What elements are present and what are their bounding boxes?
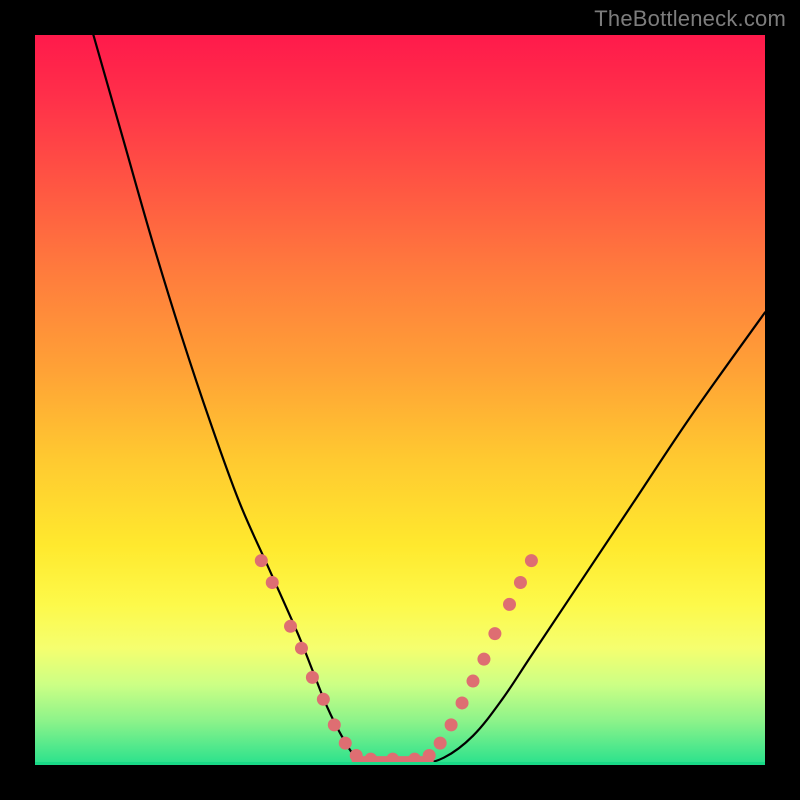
bottleneck-curve	[93, 35, 765, 765]
marker-dot	[434, 737, 447, 750]
plot-area	[35, 35, 765, 765]
marker-dot	[306, 671, 319, 684]
marker-dot	[514, 576, 527, 589]
marker-dot	[350, 749, 363, 762]
marker-dot	[456, 696, 469, 709]
marker-dot	[525, 554, 538, 567]
marker-dot	[255, 554, 268, 567]
marker-dot	[445, 718, 458, 731]
marker-dot	[488, 627, 501, 640]
marker-dot	[339, 737, 352, 750]
chart-stage: TheBottleneck.com	[0, 0, 800, 800]
chart-overlay	[35, 35, 765, 765]
marker-dot	[295, 642, 308, 655]
baseline	[35, 762, 765, 765]
marker-dot	[328, 718, 341, 731]
marker-dots	[255, 554, 538, 765]
marker-dot	[284, 620, 297, 633]
marker-dot	[467, 675, 480, 688]
marker-dot	[266, 576, 279, 589]
marker-dot	[477, 653, 490, 666]
watermark-text: TheBottleneck.com	[594, 6, 786, 32]
marker-dot	[503, 598, 516, 611]
marker-dot	[423, 749, 436, 762]
marker-dot	[317, 693, 330, 706]
